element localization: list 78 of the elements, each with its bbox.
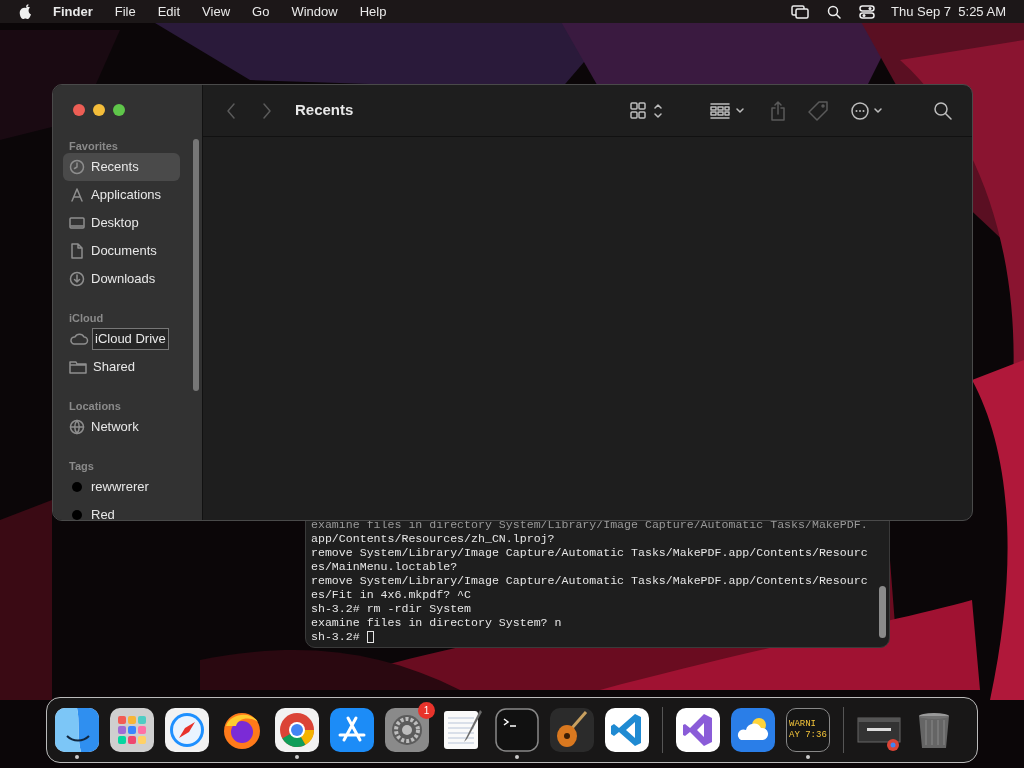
- sidebar-item[interactable]: Red: [63, 501, 180, 520]
- gear-icon[interactable]: [385, 708, 429, 752]
- console-text: WARNI: [789, 719, 817, 730]
- clock-icon: [69, 159, 85, 175]
- notification-badge: 1: [418, 702, 435, 719]
- terminal-line: app/Contents/Resources/zh_CN.lproj?: [311, 532, 555, 546]
- console-text: AY 7:36: [789, 730, 827, 741]
- console-app[interactable]: WARNI AY 7:36: [786, 708, 830, 752]
- download-icon: [69, 271, 85, 287]
- sidebar-item[interactable]: iCloud Drive: [63, 325, 180, 353]
- minimize-button[interactable]: [93, 104, 105, 116]
- menu-item[interactable]: Window: [291, 1, 338, 22]
- sidebar-item[interactable]: Desktop: [63, 209, 180, 237]
- menu-item[interactable]: File: [114, 1, 136, 22]
- sidebar-label: Downloads: [91, 270, 156, 289]
- text-cursor: [366, 631, 374, 643]
- infinity-ribbon-icon[interactable]: [676, 708, 720, 752]
- scrollbar[interactable]: [879, 586, 886, 638]
- window-title: Recents: [295, 100, 354, 121]
- menu-item[interactable]: Go: [252, 1, 270, 22]
- folder-icon: [69, 359, 87, 375]
- document-icon: [69, 243, 85, 259]
- sidebar-item[interactable]: Applications: [63, 181, 180, 209]
- terminal-line: sh-3.2#: [311, 630, 360, 644]
- app-store-icon[interactable]: [330, 708, 374, 752]
- windows-icon[interactable]: [791, 4, 810, 19]
- terminal-line: sh-3.2# rm -rdir System: [311, 602, 472, 616]
- sidebar-label: Shared: [93, 358, 135, 377]
- terminal-line: examine files in directory System? n: [311, 616, 562, 630]
- sidebar-item[interactable]: Downloads: [63, 265, 180, 293]
- more-icon[interactable]: [850, 100, 884, 121]
- apps-icon: [69, 187, 85, 203]
- menu-item[interactable]: Help: [359, 1, 387, 22]
- face-icon[interactable]: [55, 708, 99, 752]
- sidebar-heading: Favorites: [68, 139, 119, 153]
- compass-icon[interactable]: [165, 708, 209, 752]
- cloud-sun-icon[interactable]: [731, 708, 775, 752]
- globe-icon: [69, 419, 85, 435]
- menu-item[interactable]: View: [202, 1, 231, 22]
- apple-icon[interactable]: [19, 3, 33, 20]
- sidebar-label: Recents: [91, 158, 139, 177]
- terminal-icon[interactable]: [495, 708, 539, 752]
- terminal-line: es/MainMenu.loctable?: [311, 560, 458, 574]
- sidebar-label: Applications: [91, 186, 162, 205]
- search-icon[interactable]: [827, 4, 842, 19]
- control-center-icon[interactable]: [859, 4, 876, 19]
- sidebar-label: iCloud Drive: [92, 328, 169, 350]
- guitar-icon[interactable]: [550, 708, 594, 752]
- search-icon[interactable]: [934, 101, 952, 120]
- menu-item[interactable]: Edit: [157, 1, 181, 22]
- grid-icon[interactable]: [110, 708, 154, 752]
- sidebar-heading: iCloud: [68, 311, 105, 325]
- sidebar-item[interactable]: Recents: [63, 153, 180, 181]
- sidebar-label: rewwrerer: [91, 478, 149, 497]
- menu-bar-clock[interactable]: Thu Sep 7 5:25 AM: [891, 1, 1006, 22]
- sidebar-item[interactable]: Documents: [63, 237, 180, 265]
- close-button[interactable]: [73, 104, 85, 116]
- browser-icon[interactable]: [275, 708, 319, 752]
- terminal-line: es/Fit in 4x6.mkpdf? ^C: [311, 588, 472, 602]
- cloud-icon: [69, 331, 89, 347]
- group-icon[interactable]: [710, 101, 746, 120]
- app-menu[interactable]: Finder: [53, 1, 93, 22]
- sidebar-item[interactable]: Network: [63, 413, 180, 441]
- sidebar-item[interactable]: rewwrerer: [63, 473, 180, 501]
- desktop-icon: [69, 215, 85, 231]
- zoom-button[interactable]: [113, 104, 125, 116]
- sidebar-heading: Locations: [68, 399, 122, 413]
- sidebar-item[interactable]: Shared: [63, 353, 180, 381]
- sidebar-label: Documents: [91, 242, 157, 261]
- sidebar-label: Red: [91, 506, 115, 520]
- code-editor-icon[interactable]: [605, 708, 649, 752]
- sidebar-label: Network: [91, 418, 139, 437]
- sidebar-scrollbar[interactable]: [193, 139, 199, 391]
- sidebar-label: Desktop: [91, 214, 139, 233]
- terminal-line: remove System/Library/Image Capture/Automatic Tasks/MakePDF.app/Contents/Resourc: [311, 574, 868, 588]
- terminal-line: remove System/Library/Image Capture/Automatic Tasks/MakePDF.app/Contents/Resourc: [311, 546, 868, 560]
- sidebar-heading: Tags: [68, 459, 95, 473]
- grid-view-icon[interactable]: [630, 101, 662, 120]
